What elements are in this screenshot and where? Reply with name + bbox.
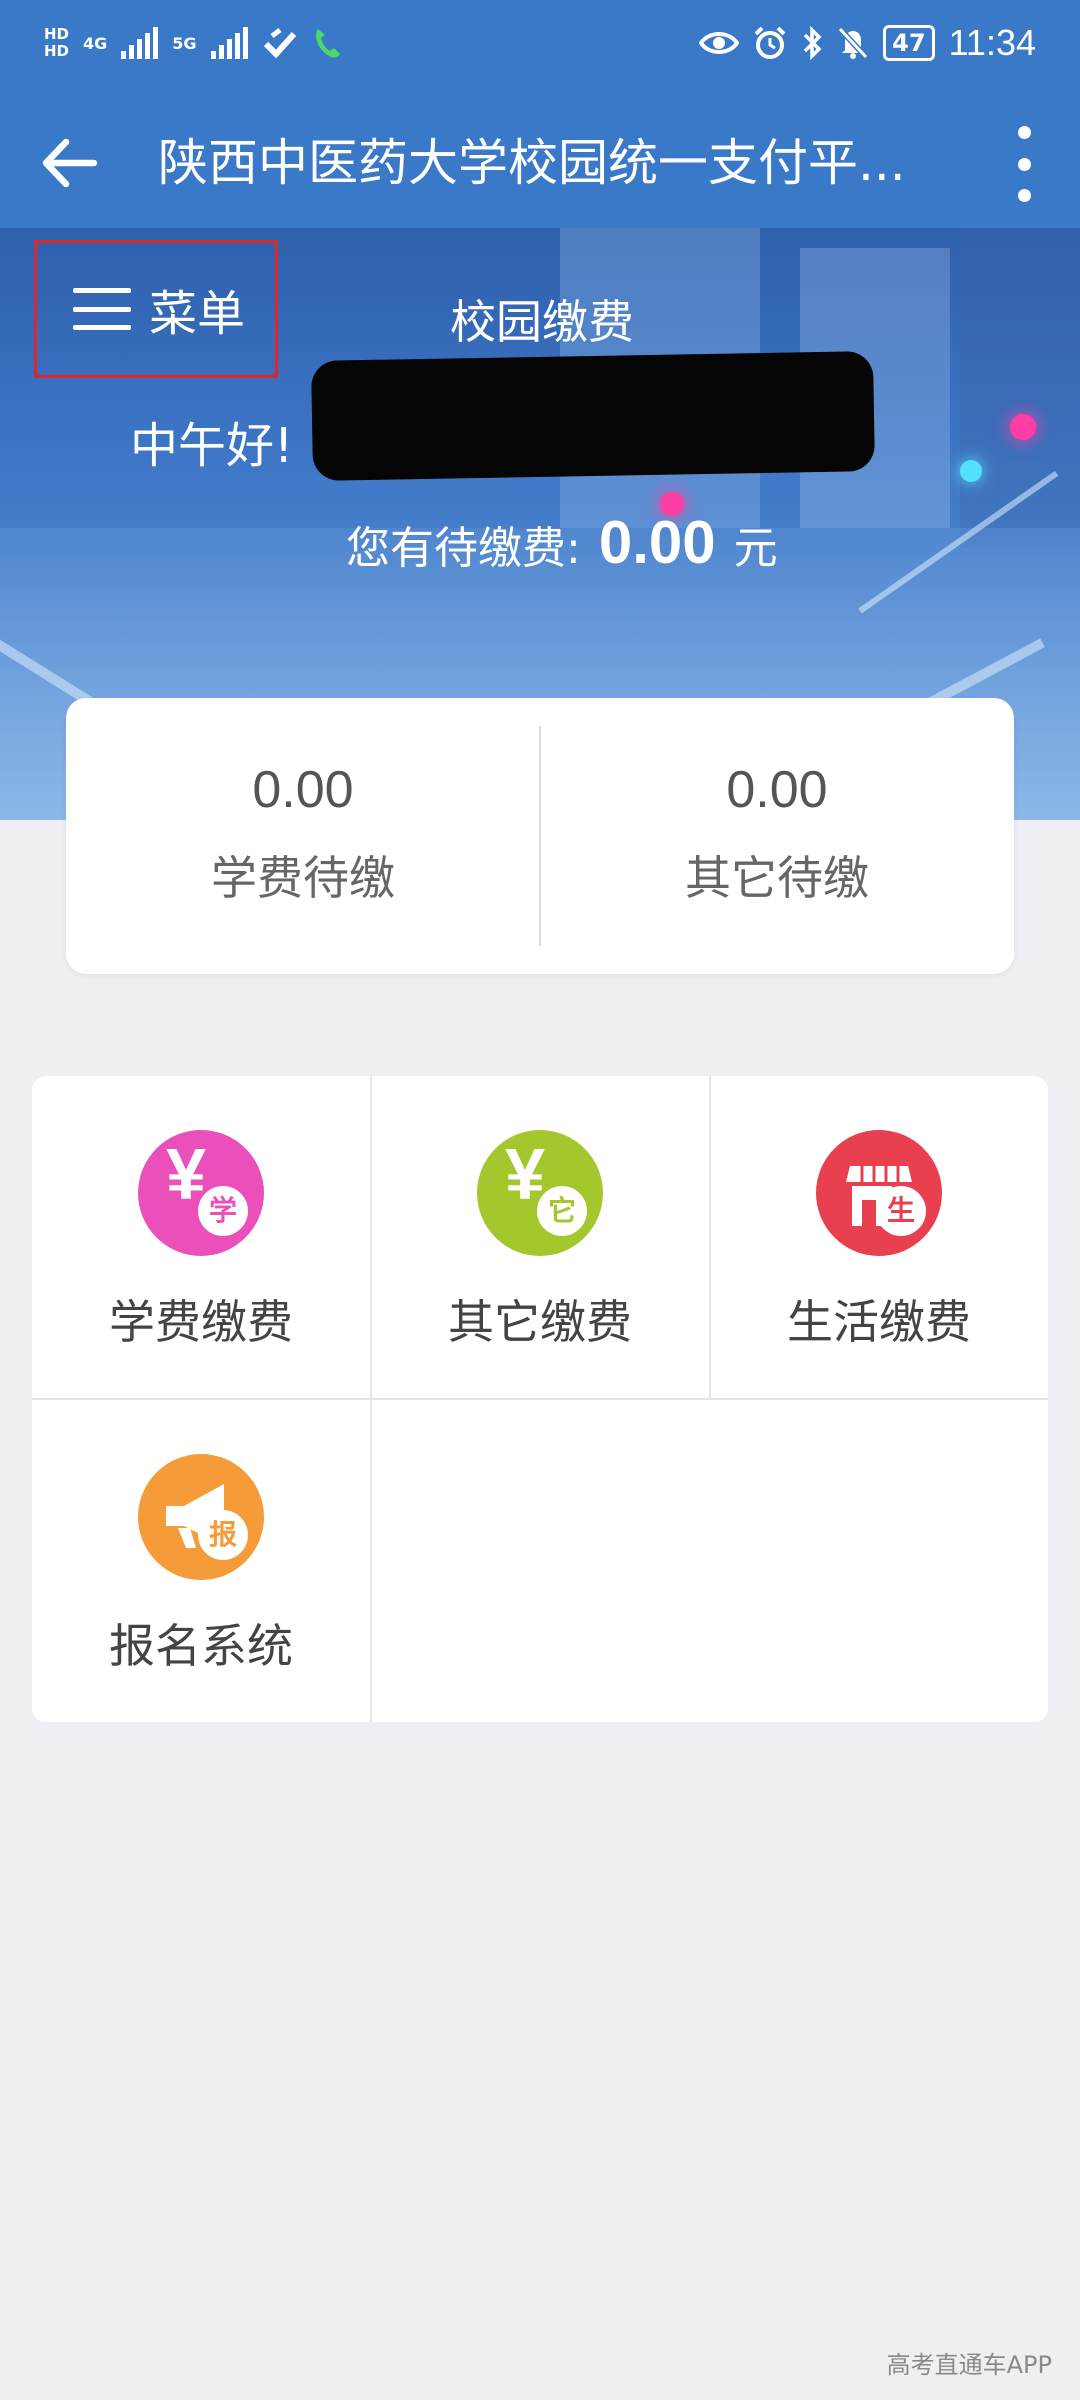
pending-summary-card: 0.00 学费待缴 0.00 其它待缴 — [66, 698, 1014, 974]
pending-payment-summary: 您有待缴费: 0.00 元 — [346, 508, 778, 577]
more-options-icon[interactable] — [1006, 126, 1042, 202]
tuition-payment-icon: ¥ 学 — [138, 1130, 264, 1256]
living-badge: 生 — [876, 1186, 926, 1236]
registration-icon: 报 — [138, 1454, 264, 1580]
watermark: 高考直通车APP — [886, 2351, 1052, 2379]
menu-button[interactable]: 菜单 — [34, 240, 278, 378]
hero-title: 校园缴费 — [450, 295, 634, 349]
tuition-pending-label: 学费待缴 — [211, 851, 395, 905]
other-pending-label: 其它待缴 — [685, 851, 869, 905]
menu-label: 菜单 — [149, 286, 246, 342]
alarm-icon — [754, 26, 786, 59]
sim1-signal-icon — [121, 27, 159, 59]
service-tuition-payment[interactable]: ¥ 学 学费缴费 — [32, 1076, 370, 1398]
service-label: 报名系统 — [109, 1619, 293, 1673]
service-label: 其它缴费 — [448, 1295, 632, 1349]
service-grid: ¥ 学 学费缴费 ¥ 它 其它缴费 生 生活缴费 报 报名系统 — [32, 1076, 1048, 1722]
storefront-icon — [846, 1166, 912, 1226]
status-left: HD HD 4G 5G — [44, 26, 342, 60]
back-arrow-icon[interactable] — [32, 128, 102, 198]
greeting-text: 中午好! — [130, 418, 294, 474]
battery-indicator: 47 — [883, 25, 935, 61]
eye-icon — [699, 32, 740, 54]
phone-call-icon — [315, 29, 340, 58]
tuition-badge: 学 — [198, 1186, 248, 1236]
tuition-pending-value: 0.00 — [252, 761, 354, 819]
status-bar: HD HD 4G 5G 47 11:34 — [0, 0, 1080, 100]
background-light — [1010, 414, 1036, 440]
wifi-sharing-icon — [263, 28, 296, 58]
sim2-signal-icon — [210, 27, 248, 59]
hd-indicator-2: HD — [44, 42, 70, 60]
living-payment-icon: 生 — [816, 1130, 942, 1256]
clock: 11:34 — [948, 22, 1036, 63]
registration-badge: 报 — [198, 1510, 248, 1560]
service-label: 生活缴费 — [787, 1295, 971, 1349]
other-pending[interactable]: 0.00 其它待缴 — [540, 698, 1014, 974]
service-registration[interactable]: 报 报名系统 — [32, 1400, 370, 1722]
other-payment-icon: ¥ 它 — [477, 1130, 603, 1256]
page-title: 陕西中医药大学校园统一支付平... — [158, 134, 906, 192]
sim2-network-label: 5G — [172, 33, 197, 53]
status-right: 47 11:34 — [699, 22, 1036, 64]
service-living-payment[interactable]: 生 生活缴费 — [710, 1076, 1048, 1398]
hd-indicators: HD HD — [44, 26, 69, 60]
megaphone-icon — [166, 1484, 224, 1548]
service-other-payment[interactable]: ¥ 它 其它缴费 — [371, 1076, 709, 1398]
hamburger-icon — [73, 288, 131, 330]
app-bar: 陕西中医药大学校园统一支付平... — [0, 100, 1080, 228]
redacted-username — [310, 351, 876, 481]
bluetooth-icon — [803, 26, 822, 60]
other-badge: 它 — [537, 1186, 587, 1236]
background-light — [960, 460, 982, 482]
tuition-pending[interactable]: 0.00 学费待缴 — [66, 698, 540, 974]
other-pending-value: 0.00 — [726, 761, 828, 819]
sim1-network-label: 4G — [83, 33, 108, 53]
pending-payment-label: 您有待缴费: — [346, 523, 581, 574]
mute-bell-icon — [837, 26, 869, 60]
pending-payment-amount: 0.00 — [598, 509, 716, 576]
service-label: 学费缴费 — [109, 1295, 293, 1349]
pending-payment-unit: 元 — [733, 523, 778, 574]
hd-indicator-1: HD — [44, 25, 70, 43]
